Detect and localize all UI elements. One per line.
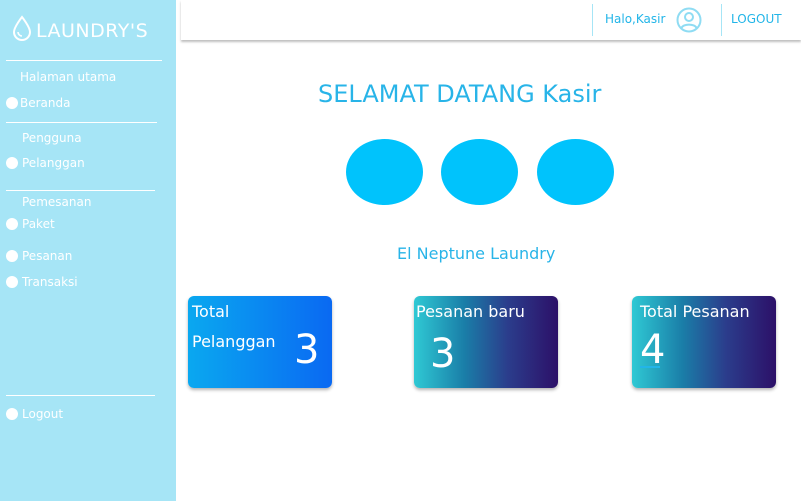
stat-label: Total [192,302,230,321]
bullet-icon [6,408,18,420]
stat-card-total-pesanan[interactable]: Total Pesanan 4 [632,296,776,388]
decorative-circle [346,139,423,205]
page-title: SELAMAT DATANG Kasir [318,80,602,108]
sidebar-item-pesanan[interactable]: Pesanan [6,249,72,263]
sidebar-item-label: Paket [22,217,55,231]
stat-card-total-pelanggan[interactable]: Total Pelanggan 3 [188,296,332,388]
sidebar-item-label: Pelanggan [22,156,85,170]
sidebar-divider [6,395,155,396]
section-label-pemesanan: Pemesanan [22,195,92,209]
brand-name: LAUNDRY'S [36,20,149,42]
laundry-name: El Neptune Laundry [397,244,556,263]
sidebar-item-transaksi[interactable]: Transaksi [6,275,78,289]
bullet-icon [6,157,18,169]
sidebar-logout-button[interactable]: Logout [6,407,63,421]
sidebar-item-label: Beranda [20,96,71,110]
brand-logo: LAUNDRY'S [12,14,148,42]
header-separator [721,4,722,36]
sidebar-divider [6,190,155,191]
stat-value: 4 [640,327,666,373]
section-label-pengguna: Pengguna [22,131,82,145]
stat-label: Pesanan baru [416,302,525,321]
sidebar: LAUNDRY'S Halaman utama Beranda Pengguna… [0,0,176,501]
stat-card-pesanan-baru[interactable]: Pesanan baru 3 [414,296,558,388]
sidebar-item-label: Pesanan [22,249,73,263]
logout-button[interactable]: LOGOUT [731,12,782,26]
bullet-icon [6,250,18,262]
sidebar-item-beranda[interactable]: Beranda [6,96,70,110]
section-label-halaman-utama: Halaman utama [20,70,117,84]
decorative-circle [537,139,614,205]
sidebar-divider [6,60,162,61]
bullet-icon [6,276,18,288]
sidebar-divider [6,122,157,123]
header-separator [592,4,593,36]
greeting-text: Halo,Kasir [605,12,666,26]
sidebar-item-pelanggan[interactable]: Pelanggan [6,156,85,170]
top-bar: Halo,Kasir LOGOUT [181,0,801,40]
sidebar-item-paket[interactable]: Paket [6,217,55,231]
decorative-circle [441,139,518,205]
user-circle-icon[interactable] [676,7,702,33]
stat-value: 3 [294,327,320,373]
stat-label: Pelanggan [192,332,276,351]
stat-value: 3 [430,331,456,377]
value-underline [640,366,660,368]
sidebar-item-label: Transaksi [22,275,78,289]
sidebar-logout-label: Logout [22,407,64,421]
stat-label: Total Pesanan [640,302,750,321]
water-drop-icon [12,15,32,41]
bullet-icon [6,97,18,109]
bullet-icon [6,218,18,230]
